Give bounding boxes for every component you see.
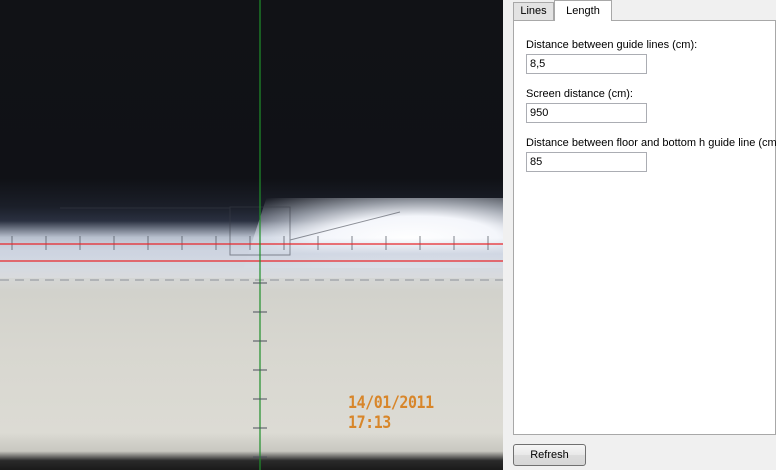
floor-distance-label: Distance between floor and bottom h guid… xyxy=(526,137,776,149)
cutoff-line xyxy=(289,211,401,241)
settings-panel: Lines Length Distance between guide line… xyxy=(503,0,776,470)
length-tab-content: Distance between guide lines (cm): Scree… xyxy=(513,20,776,435)
refresh-button[interactable]: Refresh xyxy=(513,444,586,466)
floor-distance-input[interactable] xyxy=(526,152,647,172)
guide-lines-distance-input[interactable] xyxy=(526,54,647,74)
camera-timestamp: 14/01/2011 17:13 xyxy=(348,393,434,433)
screen-distance-input[interactable] xyxy=(526,103,647,123)
tab-length[interactable]: Length xyxy=(554,0,612,21)
screen-distance-label: Screen distance (cm): xyxy=(526,88,633,100)
aim-screen-markings xyxy=(60,206,401,256)
guide-lines-distance-label: Distance between guide lines (cm): xyxy=(526,39,698,51)
tab-lines[interactable]: Lines xyxy=(513,2,554,20)
horizontal-tick-marks xyxy=(11,236,489,250)
camera-view[interactable]: 14/01/2011 17:13 xyxy=(0,0,503,470)
